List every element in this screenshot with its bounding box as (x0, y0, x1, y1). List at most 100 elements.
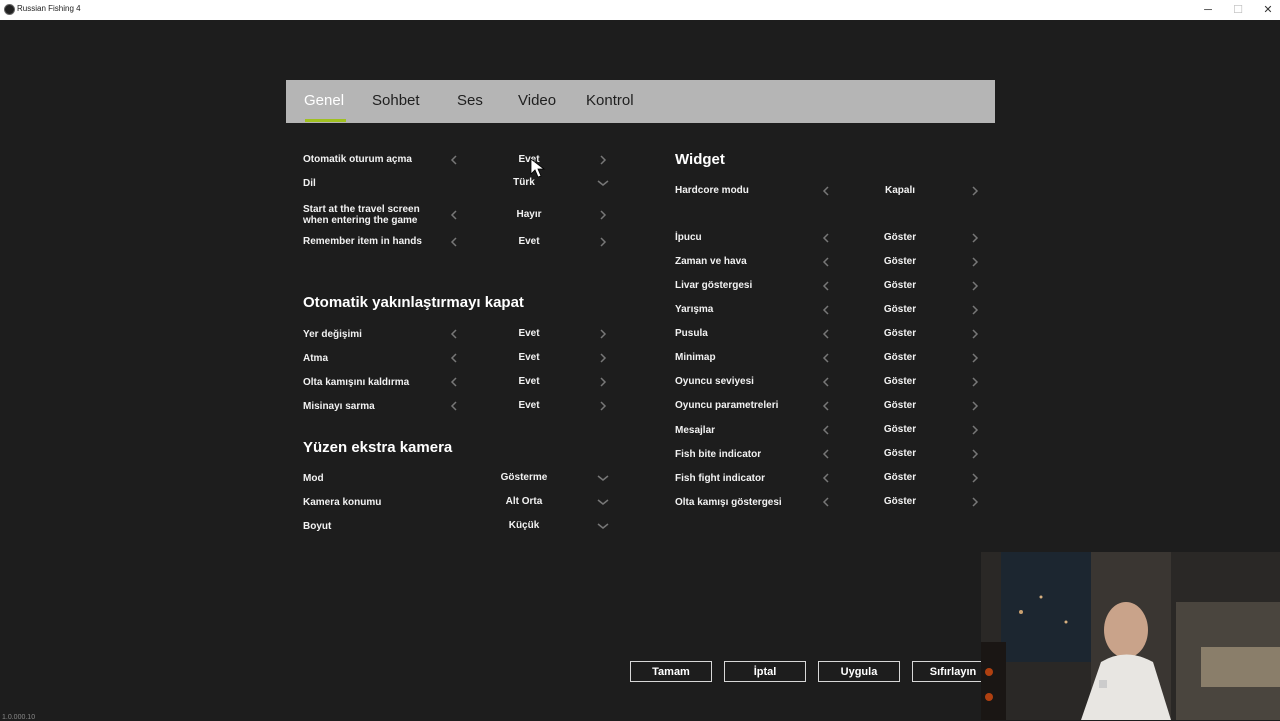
setting-label-auto-login: Otomatik oturum açma (303, 154, 412, 165)
chevron-right-icon[interactable] (598, 154, 608, 166)
maximize-button[interactable]: ☐ (1223, 0, 1253, 20)
webcam-overlay (981, 552, 1280, 720)
setting-value-widget: Göster (883, 256, 917, 267)
chevron-left-icon[interactable] (821, 376, 831, 388)
tab-genel[interactable]: Genel (304, 92, 344, 109)
chevron-right-icon[interactable] (598, 376, 608, 388)
chevron-right-icon[interactable] (970, 352, 980, 364)
tab-video[interactable]: Video (518, 92, 556, 109)
setting-label-widget: Pusula (675, 328, 708, 339)
setting-label-widget: Oyuncu seviyesi (675, 376, 754, 387)
chevron-right-icon[interactable] (970, 232, 980, 244)
chevron-right-icon[interactable] (598, 209, 608, 221)
setting-label-widget: Mesajlar (675, 425, 716, 436)
setting-value-widget: Göster (883, 328, 917, 339)
setting-value-widget: Göster (883, 376, 917, 387)
chevron-left-icon[interactable] (821, 424, 831, 436)
chevron-down-icon[interactable] (597, 496, 609, 508)
ok-button[interactable]: Tamam (630, 661, 712, 682)
chevron-right-icon[interactable] (970, 400, 980, 412)
setting-value-widget: Göster (883, 280, 917, 291)
setting-label-widget: Fish bite indicator (675, 449, 762, 460)
chevron-right-icon[interactable] (970, 472, 980, 484)
size-select-value[interactable]: Küçük (464, 520, 584, 531)
cancel-button[interactable]: İptal (724, 661, 806, 682)
setting-value-widget: Göster (883, 400, 917, 411)
chevron-right-icon[interactable] (970, 448, 980, 460)
tab-sohbet[interactable]: Sohbet (372, 92, 420, 109)
setting-label-widget: İpucu (675, 232, 702, 243)
minimize-button[interactable]: ─ (1193, 0, 1223, 20)
chevron-left-icon[interactable] (821, 232, 831, 244)
chevron-right-icon[interactable] (970, 328, 980, 340)
setting-label-language: Dil (303, 178, 316, 189)
language-select-value[interactable]: Türk (464, 177, 584, 188)
chevron-right-icon[interactable] (598, 236, 608, 248)
tab-kontrol[interactable]: Kontrol (586, 92, 634, 109)
setting-value-widget: Göster (883, 304, 917, 315)
setting-label-hardcore: Hardcore modu (675, 185, 749, 196)
chevron-right-icon[interactable] (970, 376, 980, 388)
setting-value-auto-login: Evet (518, 154, 540, 165)
chevron-right-icon[interactable] (598, 352, 608, 364)
setting-value-rod-lift: Evet (518, 376, 540, 387)
camera-position-select-value[interactable]: Alt Orta (464, 496, 584, 507)
setting-value-widget: Göster (883, 352, 917, 363)
setting-label-widget: Minimap (675, 352, 716, 363)
chevron-left-icon[interactable] (821, 352, 831, 364)
chevron-left-icon[interactable] (449, 236, 459, 248)
window-title: Russian Fishing 4 (17, 4, 81, 13)
chevron-right-icon[interactable] (598, 400, 608, 412)
setting-value-widget: Göster (883, 232, 917, 243)
chevron-left-icon[interactable] (821, 304, 831, 316)
setting-value-widget: Göster (883, 496, 917, 507)
chevron-down-icon[interactable] (597, 520, 609, 532)
chevron-left-icon[interactable] (449, 209, 459, 221)
chevron-right-icon[interactable] (970, 424, 980, 436)
mode-select-value[interactable]: Gösterme (464, 472, 584, 483)
chevron-left-icon[interactable] (821, 256, 831, 268)
chevron-left-icon[interactable] (449, 352, 459, 364)
mouse-cursor-icon (530, 158, 546, 178)
chevron-left-icon[interactable] (821, 185, 831, 197)
setting-value-widget: Göster (883, 424, 917, 435)
setting-label-remember-item: Remember item in hands (303, 236, 422, 247)
setting-value-widget: Göster (883, 448, 917, 459)
chevron-left-icon[interactable] (821, 496, 831, 508)
chevron-left-icon[interactable] (449, 328, 459, 340)
webcam-feed-image (981, 552, 1280, 720)
setting-label-travel-screen: Start at the travel screen when entering… (303, 204, 420, 226)
section-title-widget: Widget (675, 151, 725, 168)
setting-label-relocation: Yer değişimi (303, 329, 362, 340)
chevron-right-icon[interactable] (970, 185, 980, 197)
chevron-left-icon[interactable] (821, 280, 831, 292)
close-button[interactable]: ✕ (1253, 0, 1280, 20)
chevron-right-icon[interactable] (598, 328, 608, 340)
setting-value-remember-item: Evet (518, 236, 540, 247)
apply-button[interactable]: Uygula (818, 661, 900, 682)
tab-ses[interactable]: Ses (457, 92, 483, 109)
setting-label-size: Boyut (303, 521, 332, 532)
chevron-left-icon[interactable] (449, 154, 459, 166)
chevron-right-icon[interactable] (970, 256, 980, 268)
chevron-left-icon[interactable] (821, 328, 831, 340)
setting-label-camera-position: Kamera konumu (303, 497, 382, 508)
setting-label-widget: Olta kamışı göstergesi (675, 497, 782, 508)
setting-value-relocation: Evet (518, 328, 540, 339)
setting-value-widget: Göster (883, 472, 917, 483)
chevron-right-icon[interactable] (970, 496, 980, 508)
chevron-left-icon[interactable] (821, 448, 831, 460)
setting-label-widget: Zaman ve hava (675, 256, 747, 267)
chevron-left-icon[interactable] (449, 400, 459, 412)
setting-label-mode: Mod (303, 473, 324, 484)
chevron-left-icon[interactable] (821, 400, 831, 412)
setting-label-widget: Livar göstergesi (675, 280, 753, 291)
active-tab-indicator (305, 119, 346, 122)
chevron-left-icon[interactable] (821, 472, 831, 484)
chevron-right-icon[interactable] (970, 304, 980, 316)
chevron-right-icon[interactable] (970, 280, 980, 292)
chevron-down-icon[interactable] (597, 177, 609, 189)
chevron-down-icon[interactable] (597, 472, 609, 484)
chevron-left-icon[interactable] (449, 376, 459, 388)
app-logo-icon (4, 4, 15, 15)
